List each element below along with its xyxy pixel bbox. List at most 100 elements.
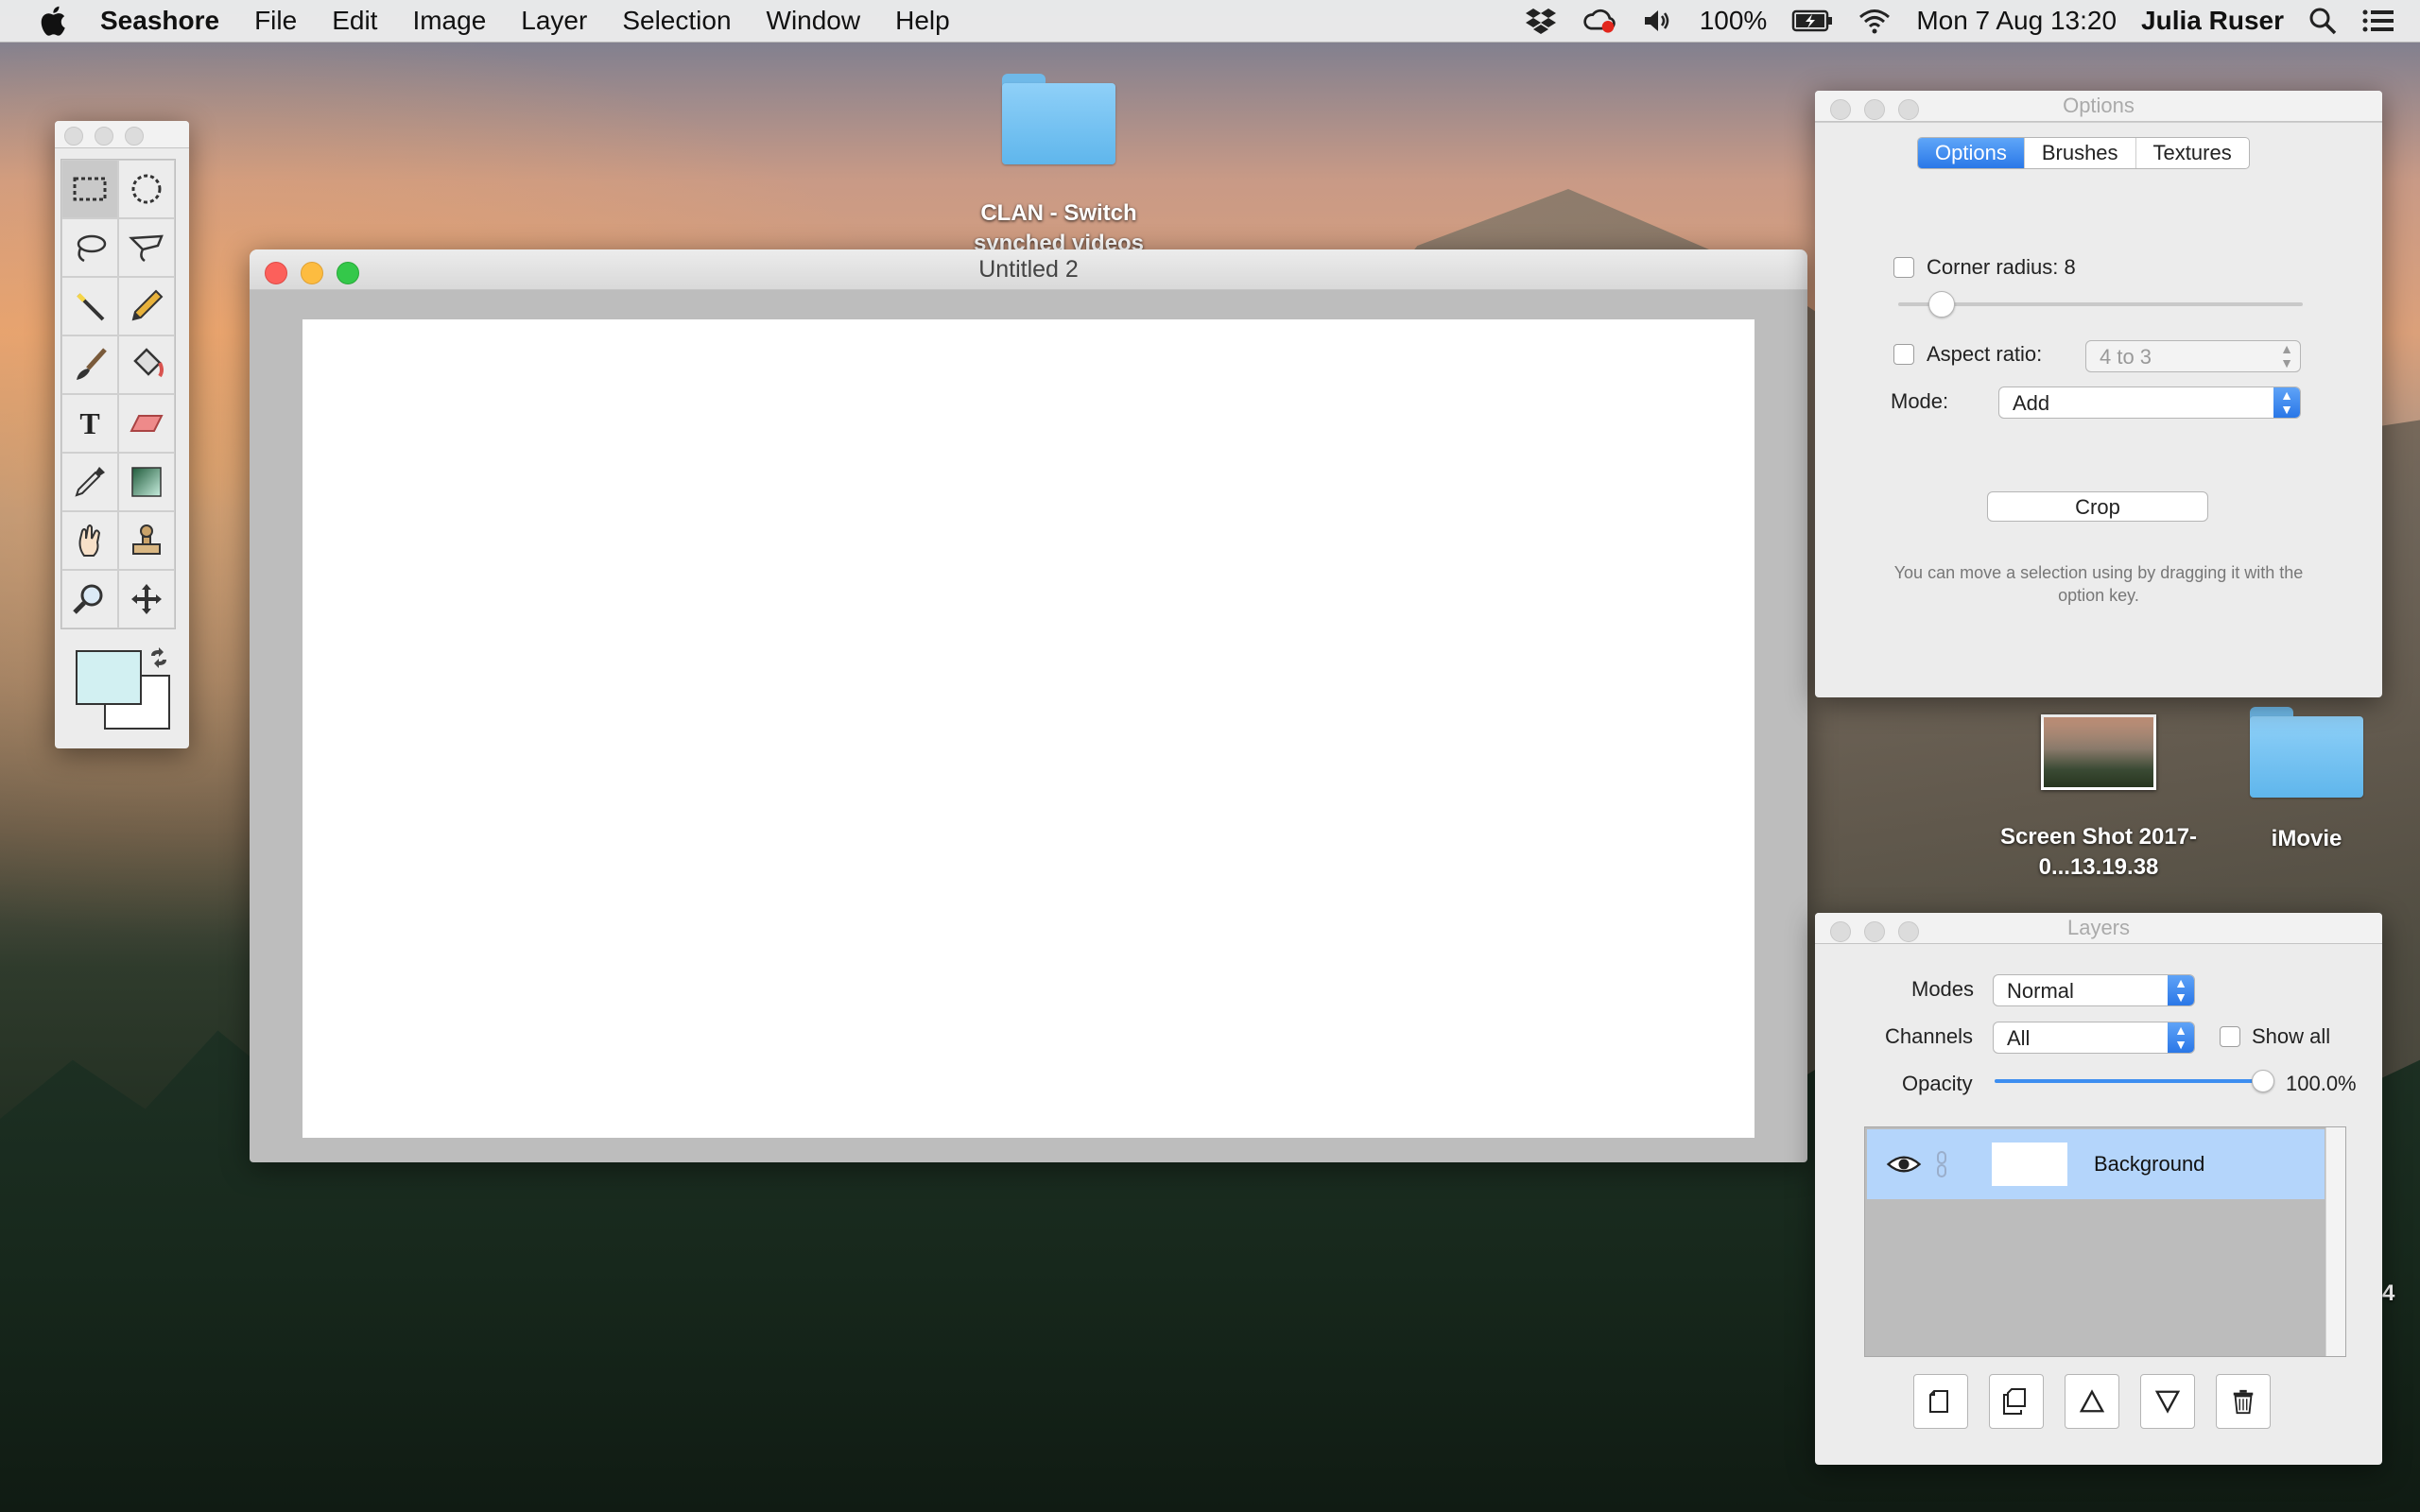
mode-value: Add: [2013, 391, 2050, 415]
lower-layer-button[interactable]: [2140, 1374, 2195, 1429]
document-titlebar[interactable]: Untitled 2: [250, 249, 1807, 290]
channels-select[interactable]: All ▲ ▼: [1993, 1022, 2195, 1054]
move-tool[interactable]: [118, 570, 175, 628]
menu-file[interactable]: File: [254, 6, 297, 36]
gradient-icon: [131, 467, 162, 497]
corner-radius-checkbox[interactable]: [1893, 257, 1914, 278]
canvas[interactable]: [302, 319, 1754, 1138]
menu-selection[interactable]: Selection: [622, 6, 731, 36]
zoom-button[interactable]: [125, 127, 144, 146]
desktop-file-screenshot[interactable]: Screen Shot 2017-0...13.19.38: [1980, 714, 2217, 883]
text-tool[interactable]: T: [61, 394, 118, 453]
duplicate-layer-button[interactable]: [1989, 1374, 2044, 1429]
close-button[interactable]: [1830, 921, 1851, 942]
crop-button[interactable]: Crop: [1987, 491, 2208, 522]
brush-icon: [77, 348, 107, 380]
slider-fill: [1995, 1079, 2263, 1083]
gradient-tool[interactable]: [118, 453, 175, 511]
aspect-ratio-select[interactable]: 4 to 3 ▲ ▼: [2085, 340, 2301, 372]
spotlight-search-icon[interactable]: [2308, 7, 2337, 35]
aspect-ratio-checkbox[interactable]: [1893, 344, 1914, 365]
layer-row[interactable]: Background: [1867, 1129, 2325, 1199]
options-titlebar[interactable]: Options: [1815, 91, 2382, 122]
document-title: Untitled 2: [978, 256, 1079, 283]
layers-panel: Layers Modes Normal ▲ ▼ Channels All ▲ ▼ S…: [1815, 913, 2382, 1465]
desktop-folder-imovie[interactable]: iMovie: [2193, 707, 2420, 854]
tab-brushes[interactable]: Brushes: [2023, 138, 2135, 168]
menu-app-name[interactable]: Seashore: [100, 6, 219, 36]
pencil-tool[interactable]: [118, 277, 175, 335]
minimize-button[interactable]: [1864, 921, 1885, 942]
eraser-tool[interactable]: [118, 394, 175, 453]
lasso-tool[interactable]: [61, 218, 118, 277]
window-controls: [64, 127, 157, 146]
mode-label: Mode:: [1891, 389, 1949, 413]
show-all-label: Show all: [2252, 1024, 2331, 1048]
toolbox-titlebar[interactable]: [55, 121, 189, 148]
text-icon: T: [79, 406, 99, 440]
close-button[interactable]: [265, 262, 287, 284]
modes-label: Modes: [1911, 977, 1975, 1001]
corner-radius-slider[interactable]: [1898, 291, 2303, 319]
minimize-button[interactable]: [301, 262, 323, 284]
raise-layer-button[interactable]: [2065, 1374, 2119, 1429]
eye-icon[interactable]: [1886, 1154, 1922, 1175]
menu-window[interactable]: Window: [767, 6, 861, 36]
folder-icon: [2250, 707, 2363, 798]
menu-edit[interactable]: Edit: [332, 6, 377, 36]
modes-select[interactable]: Normal ▲ ▼: [1993, 974, 2195, 1006]
user-name[interactable]: Julia Ruser: [2141, 6, 2284, 36]
new-layer-button[interactable]: [1913, 1374, 1968, 1429]
menu-image[interactable]: Image: [412, 6, 486, 36]
show-all-checkbox[interactable]: [2220, 1026, 2240, 1047]
polygon-lasso-tool[interactable]: [118, 218, 175, 277]
tab-options[interactable]: Options: [1918, 138, 2024, 168]
clone-stamp-tool[interactable]: [118, 511, 175, 570]
desktop-icon-label: Screen Shot 2017-0...13.19.38: [1999, 824, 2198, 880]
creative-cloud-icon[interactable]: [1582, 7, 1616, 35]
apple-icon[interactable]: [36, 4, 68, 38]
close-button[interactable]: [1830, 99, 1851, 120]
chevron-updown-icon: ▲ ▼: [2273, 387, 2300, 418]
foreground-color-well[interactable]: [76, 650, 142, 705]
desktop-folder-clan[interactable]: CLAN - Switch synched videos: [945, 74, 1172, 259]
mode-select[interactable]: Add ▲ ▼: [1998, 387, 2301, 419]
ellipse-select-tool[interactable]: [118, 160, 175, 218]
trash-icon: [2233, 1389, 2254, 1415]
notification-center-icon[interactable]: [2361, 7, 2395, 35]
smudge-icon: [78, 524, 101, 557]
clock[interactable]: Mon 7 Aug 13:20: [1916, 6, 2117, 36]
battery-percent[interactable]: 100%: [1700, 6, 1768, 36]
swap-colors-icon[interactable]: [147, 646, 170, 669]
wifi-icon[interactable]: [1858, 7, 1892, 35]
zoom-button[interactable]: [1898, 921, 1919, 942]
close-button[interactable]: [64, 127, 83, 146]
minimize-button[interactable]: [95, 127, 113, 146]
smudge-tool[interactable]: [61, 511, 118, 570]
magic-wand-tool[interactable]: [61, 277, 118, 335]
slider-knob[interactable]: [2252, 1070, 2274, 1092]
minimize-button[interactable]: [1864, 99, 1885, 120]
rect-select-tool[interactable]: [61, 160, 118, 218]
battery-icon[interactable]: [1791, 7, 1833, 35]
layer-list-scrollbar[interactable]: [2325, 1127, 2345, 1356]
slider-knob[interactable]: [1928, 291, 1955, 318]
delete-layer-button[interactable]: [2216, 1374, 2271, 1429]
zoom-button[interactable]: [1898, 99, 1919, 120]
brush-tool[interactable]: [61, 335, 118, 394]
menu-help[interactable]: Help: [895, 6, 950, 36]
zoom-tool[interactable]: [61, 570, 118, 628]
magic-wand-icon: [77, 293, 105, 321]
tab-textures[interactable]: Textures: [2135, 138, 2249, 168]
dropbox-icon[interactable]: [1524, 7, 1558, 35]
bucket-fill-tool[interactable]: [118, 335, 175, 394]
menu-layer[interactable]: Layer: [521, 6, 587, 36]
link-icon[interactable]: [1935, 1150, 1948, 1178]
zoom-button[interactable]: [337, 262, 359, 284]
layers-titlebar[interactable]: Layers: [1815, 913, 2382, 944]
opacity-slider[interactable]: [1995, 1068, 2274, 1096]
eyedropper-tool[interactable]: [61, 453, 118, 511]
chevron-updown-icon: ▲ ▼: [2168, 975, 2194, 1005]
tool-grid: T: [60, 159, 176, 629]
volume-icon[interactable]: [1641, 7, 1675, 35]
